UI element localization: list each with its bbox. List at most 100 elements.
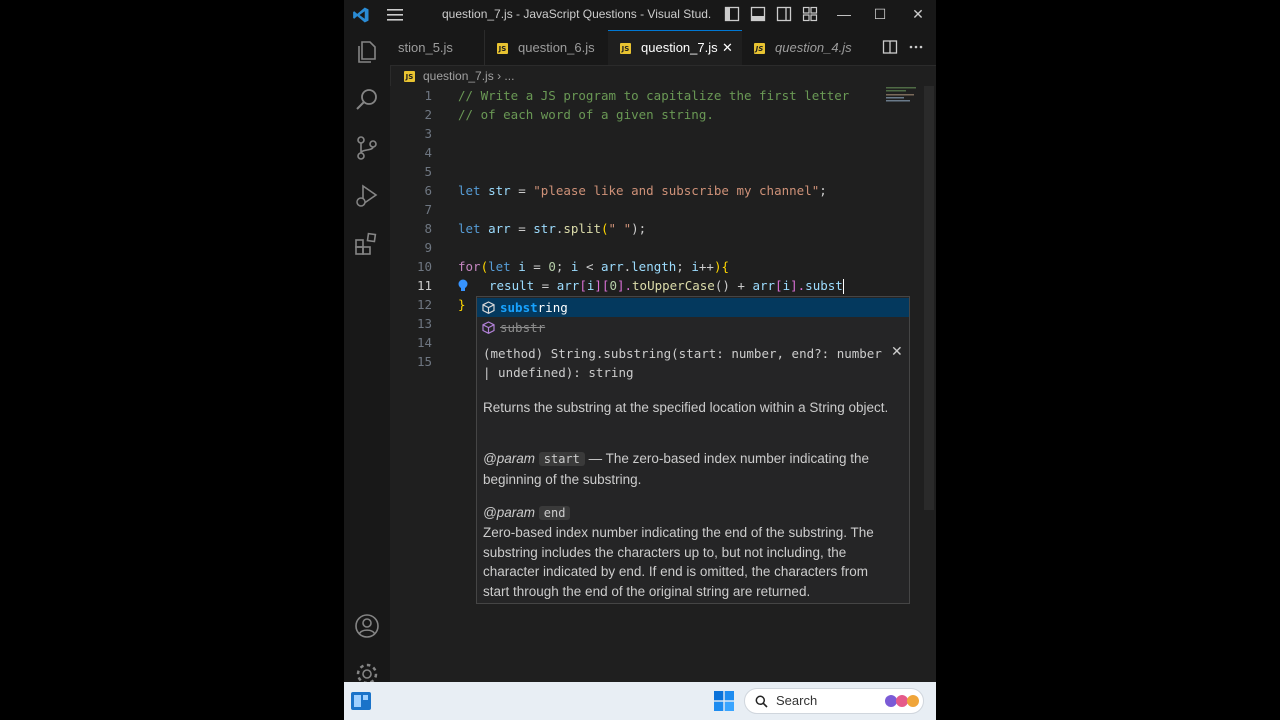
punctuation: ; <box>555 259 571 274</box>
code-text: result = arr[i][0].toUpperCase() + arr[i… <box>489 276 844 295</box>
suggestion-details: (method) String.substring(start: number,… <box>476 338 910 604</box>
close-window-button[interactable]: ✕ <box>910 6 926 22</box>
code-line-current: 11 result = arr[i][0].toUpperCase() + arr… <box>390 276 936 295</box>
suggestion-item[interactable]: substring <box>477 298 909 317</box>
keyword: let <box>458 183 481 198</box>
variable: subst <box>805 278 843 293</box>
line-number: 6 <box>424 183 432 198</box>
toggle-panel-icon[interactable] <box>750 6 766 22</box>
function-name: toUpperCase <box>632 278 715 293</box>
tab-question-4[interactable]: JS question_4.js <box>742 30 872 65</box>
code-text: for(let i = 0; i < arr.length; i++){ <box>458 257 729 276</box>
lightbulb-icon[interactable] <box>456 278 472 293</box>
number-literal: 0 <box>609 278 617 293</box>
toggle-primary-sidebar-icon[interactable] <box>724 6 740 22</box>
string-literal: " " <box>608 221 632 236</box>
doc-summary: Returns the substring at the specified l… <box>483 400 889 415</box>
title-bar: question_7.js - JavaScript Questions - V… <box>344 0 936 30</box>
punctuation: [ <box>775 278 783 293</box>
tab-question-6[interactable]: JS question_6.js <box>484 30 608 65</box>
taskbar-search[interactable]: Search <box>744 688 924 714</box>
variable: str <box>488 183 511 198</box>
line-number: 15 <box>416 354 432 369</box>
code-line: 9 <box>390 238 936 257</box>
tab-label: question_4.js <box>775 40 852 55</box>
keyword: let <box>488 259 511 274</box>
operator: = <box>534 278 557 293</box>
punctuation: ; <box>819 183 827 198</box>
search-label: Search <box>776 693 818 708</box>
code-line: 10 for(let i = 0; i < arr.length; i++){ <box>390 257 936 276</box>
operator: ++ <box>698 259 714 274</box>
code-text: let str = "please like and subscribe my … <box>458 181 827 200</box>
accounts-icon[interactable] <box>353 612 381 640</box>
code-text: let arr = str.split(" "); <box>458 219 646 238</box>
punctuation: ; <box>676 259 692 274</box>
tab-label: stion_5.js <box>398 40 453 55</box>
js-file-icon: JS <box>754 43 765 55</box>
tab-question-5[interactable]: stion_5.js <box>390 30 484 65</box>
breadcrumb-file[interactable]: question_7.js <box>423 69 494 83</box>
variable: result <box>489 278 535 293</box>
line-number: 4 <box>424 145 432 160</box>
widgets-icon[interactable] <box>350 691 372 711</box>
doc-param-end-header: @param end <box>483 503 895 524</box>
windows-start-icon[interactable] <box>714 691 734 711</box>
gear-icon[interactable] <box>353 660 381 682</box>
window-title: question_7.js - JavaScript Questions - V… <box>442 7 712 21</box>
punctuation: ]. <box>790 278 806 293</box>
line-number: 5 <box>424 164 432 179</box>
variable: i <box>782 278 791 293</box>
param-name: end <box>538 506 571 520</box>
toggle-secondary-sidebar-icon[interactable] <box>776 6 792 22</box>
hamburger-menu-icon[interactable] <box>386 7 404 23</box>
punctuation: () + <box>714 278 753 293</box>
code-line: 6 let str = "please like and subscribe my… <box>390 181 936 200</box>
line-number: 10 <box>416 259 432 274</box>
param-name: start <box>538 452 585 466</box>
taskbar: Search <box>344 682 936 720</box>
explorer-icon[interactable] <box>353 38 381 66</box>
line-number: 11 <box>416 278 432 293</box>
suggestion-item[interactable]: substr <box>477 318 909 337</box>
line-number: 12 <box>416 297 432 312</box>
function-name: split <box>563 221 602 236</box>
param-description: Zero-based index number indicating the e… <box>483 525 874 599</box>
close-tab-icon[interactable]: ✕ <box>722 31 733 64</box>
suggest-widget: substring substr <box>476 296 910 340</box>
maximize-button[interactable]: ☐ <box>872 6 888 22</box>
run-and-debug-icon[interactable] <box>353 182 381 210</box>
suggestion-rest: ring <box>537 300 568 315</box>
operator: = <box>510 221 534 236</box>
punctuation: [ <box>579 278 587 293</box>
variable: i <box>691 259 699 274</box>
editor-tabs: stion_5.js JS question_6.js JS question_7.… <box>390 30 936 66</box>
source-control-icon[interactable] <box>353 134 381 162</box>
line-number: 9 <box>424 240 432 255</box>
line-number: 13 <box>416 316 432 331</box>
punctuation: ( <box>601 221 609 236</box>
keyword: let <box>458 221 481 236</box>
extensions-icon[interactable] <box>353 230 381 258</box>
method-icon <box>482 301 495 314</box>
search-highlight-icon <box>885 695 919 707</box>
minimize-button[interactable]: — <box>836 6 852 22</box>
punctuation: ][ <box>594 278 610 293</box>
minimap[interactable] <box>886 86 920 102</box>
punctuation: ]. <box>616 278 633 293</box>
more-actions-icon[interactable] <box>908 39 924 55</box>
tab-question-7[interactable]: JS question_7.js ✕ <box>608 30 742 65</box>
text-cursor <box>842 279 844 294</box>
breadcrumb-separator: › <box>497 69 502 83</box>
split-editor-icon[interactable] <box>882 39 898 55</box>
line-number: 7 <box>424 202 432 217</box>
code-line: 5 <box>390 162 936 181</box>
search-icon[interactable] <box>353 86 381 114</box>
customize-layout-icon[interactable] <box>802 6 818 22</box>
search-icon <box>755 695 768 708</box>
operator: = <box>510 183 534 198</box>
editor-scrollbar[interactable] <box>924 86 934 510</box>
close-details-icon[interactable]: ✕ <box>891 343 903 360</box>
line-number: 2 <box>424 107 432 122</box>
breadcrumb-rest[interactable]: ... <box>504 69 514 83</box>
